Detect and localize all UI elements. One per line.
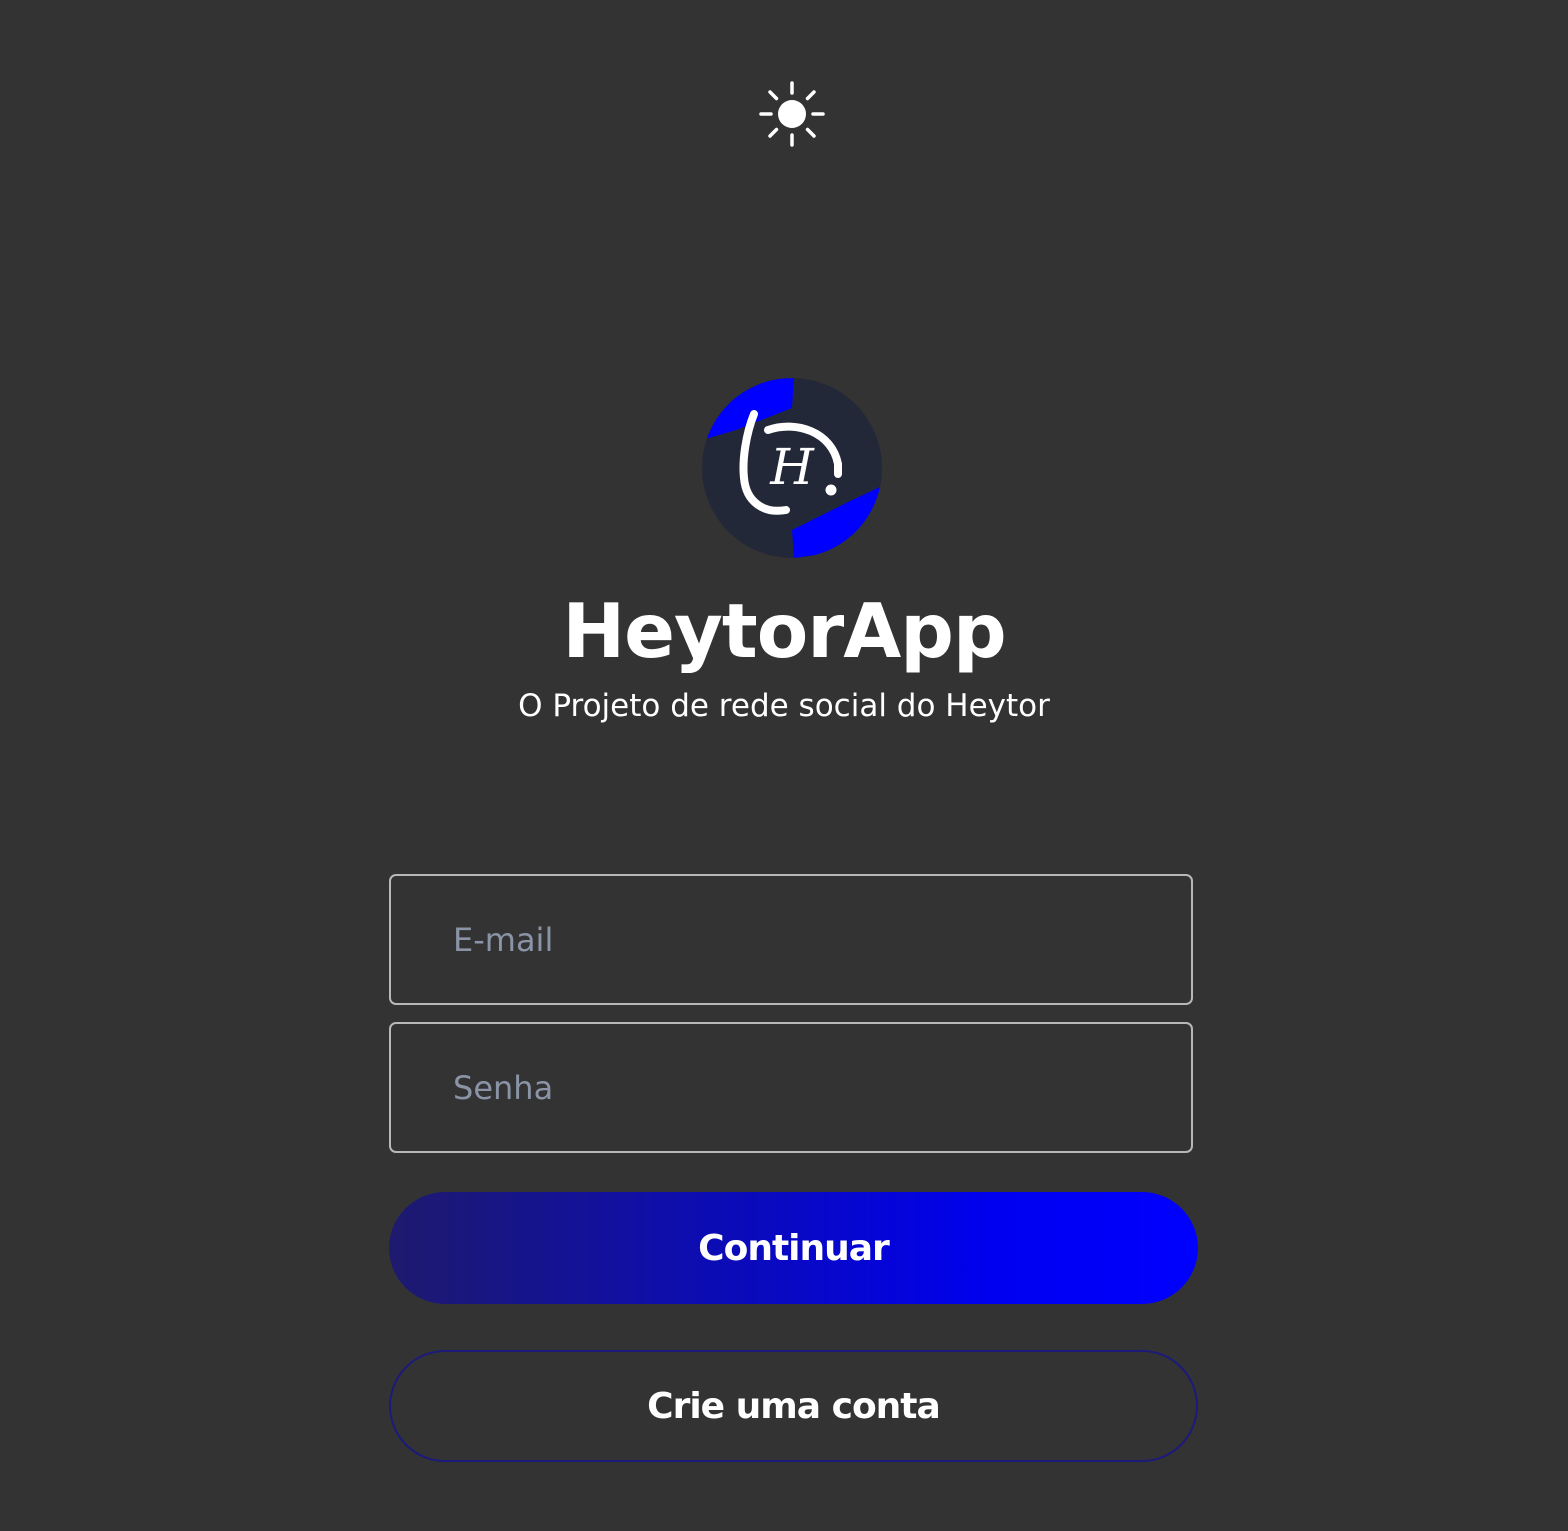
continue-button[interactable]: Continuar [389, 1192, 1198, 1304]
heytor-logo: H [702, 378, 882, 558]
email-field[interactable] [389, 874, 1193, 1005]
app-title: HeytorApp [562, 587, 1006, 675]
app-subtitle: O Projeto de rede social do Heytor [518, 688, 1050, 724]
logo-letter: H [769, 438, 815, 496]
create-account-button[interactable]: Crie uma conta [389, 1350, 1198, 1462]
password-field[interactable] [389, 1022, 1193, 1153]
sun-icon[interactable] [752, 74, 832, 154]
